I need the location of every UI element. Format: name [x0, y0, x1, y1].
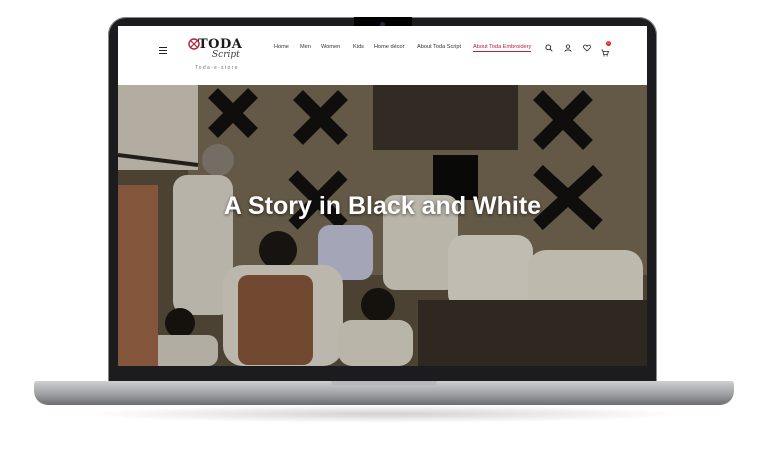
nav-item-home[interactable]: Home	[274, 44, 289, 50]
nav-item-about-toda-script[interactable]: About Toda Script	[417, 44, 461, 50]
hero-photo	[118, 85, 647, 366]
cart-count-badge: 0	[606, 41, 611, 46]
laptop-shadow	[80, 405, 688, 423]
nav-item-men[interactable]: Men	[300, 44, 311, 50]
site-header: TODA Script Toda-e-store Home Men Women …	[118, 26, 647, 85]
hero-banner: A Story in Black and White	[118, 85, 647, 366]
nav-item-about-toda-embroidery[interactable]: About Toda Embroidery	[473, 44, 532, 52]
search-icon[interactable]	[545, 44, 553, 52]
user-icon[interactable]	[564, 44, 572, 52]
laptop-screen: TODA Script Toda-e-store Home Men Women …	[118, 26, 647, 366]
base-notch	[331, 381, 437, 386]
cart-button[interactable]: 0	[601, 41, 611, 57]
nav-item-women[interactable]: Women	[321, 44, 340, 50]
site-logo[interactable]: TODA Script Toda-e-store	[188, 37, 248, 73]
logo-tagline: Toda-e-store	[195, 65, 239, 71]
hero-title: A Story in Black and White	[223, 192, 542, 220]
cart-icon	[601, 49, 609, 57]
logo-script: Script	[212, 50, 240, 60]
menu-icon[interactable]	[159, 47, 167, 55]
laptop-base	[34, 381, 734, 405]
nav-item-kids[interactable]: Kids	[353, 44, 364, 50]
nav-item-home-decor[interactable]: Home décor	[374, 44, 404, 50]
heart-icon[interactable]	[583, 44, 591, 52]
